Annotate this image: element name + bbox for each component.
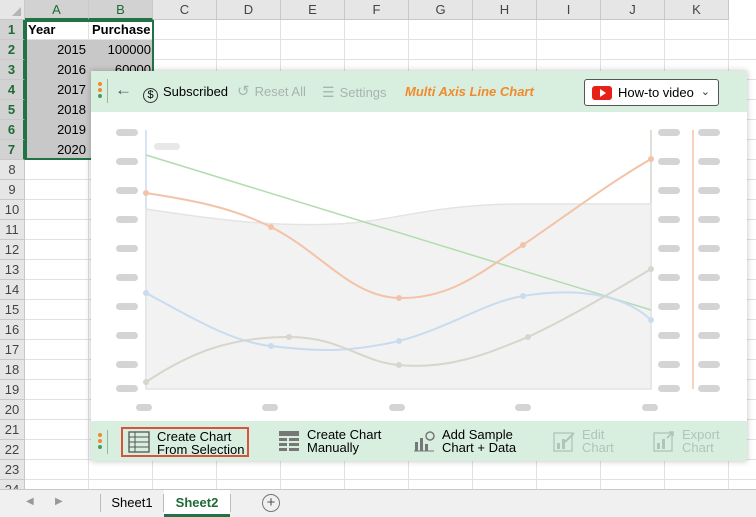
reset-label: Reset All [254,84,306,99]
add-sample-line2: Chart + Data [442,440,517,455]
row-header-14[interactable]: 14 [0,280,25,300]
column-header-f[interactable]: F [345,0,409,20]
create-selection-line2: From Selection [157,442,245,457]
column-header-j[interactable]: J [601,0,665,20]
create-chart-from-selection-button[interactable]: Create Chart From Selection [121,427,249,457]
row-header-22[interactable]: 22 [0,440,25,460]
bottombar-divider [107,430,108,454]
edit-chart-button[interactable]: Edit Chart [553,427,623,457]
row-header-2[interactable]: 2 [0,40,25,60]
add-sheet-button[interactable]: + [262,494,280,512]
undo-icon: ↺ [237,83,250,100]
panel-bottom-bar: Create Chart From Selection Create Chart… [91,421,747,461]
chart-preview [116,129,720,411]
column-header-g[interactable]: G [409,0,473,20]
toolbar-divider [107,79,108,103]
row-header-3[interactable]: 3 [0,60,25,80]
row-header-8[interactable]: 8 [0,160,25,180]
spreadsheet-area: ABCDEFGHIJK 1 2 3 4 5 6 7 8 9 10 11 12 13 14 15 16 17 18 1… [0,0,756,489]
subscribed-label: Subscribed [163,84,229,99]
tab-separator [230,494,231,512]
column-header-b[interactable]: B [89,0,153,20]
row-header-24[interactable]: 24 [0,480,25,489]
x-axis-placeholder [136,404,658,411]
column-header-d[interactable]: D [217,0,281,20]
youtube-icon [592,86,612,100]
scroll-right-arrow-icon[interactable]: ▶ [55,496,63,507]
reset-all-button[interactable]: ↺ Reset All [237,82,306,102]
tab-sheet2[interactable]: Sheet2 [164,490,230,517]
row-header-16[interactable]: 16 [0,320,25,340]
back-arrow-icon[interactable]: ← [115,80,132,100]
chevron-down-icon: ⌄ [700,86,710,98]
dollar-circle-icon: $ [143,88,158,103]
sample-chart-icon [414,431,435,452]
add-sample-chart-button[interactable]: Add Sample Chart + Data [413,427,523,457]
drag-handle-icon[interactable] [98,433,102,451]
tab-sheet1[interactable]: Sheet1 [101,490,163,517]
table-select-icon [128,431,150,453]
howto-video-dropdown[interactable]: How-to video ⌄ [584,79,719,106]
row-header-6[interactable]: 6 [0,120,25,140]
row-header-9[interactable]: 9 [0,180,25,200]
row-header-18[interactable]: 18 [0,360,25,380]
table-edit-icon [279,431,299,451]
right-axis-placeholder [658,129,720,392]
row-header-1[interactable]: 1 [0,20,25,40]
edit-chart-icon [553,432,575,452]
create-chart-manually-button[interactable]: Create Chart Manually [278,427,388,457]
edit-line2: Chart [582,440,614,455]
row-header-17[interactable]: 17 [0,340,25,360]
row-header-12[interactable]: 12 [0,240,25,260]
export-line2: Chart [682,440,714,455]
howto-label: How-to video [618,85,694,100]
row-header-11[interactable]: 11 [0,220,25,240]
row-header-10[interactable]: 10 [0,200,25,220]
export-chart-button[interactable]: Export Chart [653,427,733,457]
sliders-icon: ☰ [322,84,335,100]
subscribed-button[interactable]: $ Subscribed [143,82,229,103]
create-manual-line2: Manually [307,440,360,455]
sheet-tab-bar: ◀ ▶ Sheet1 Sheet2 + [0,489,756,517]
column-header-e[interactable]: E [281,0,345,20]
column-header-a[interactable]: A [25,0,89,20]
drag-handle-icon[interactable] [98,82,102,100]
column-header-i[interactable]: I [537,0,601,20]
row-header-4[interactable]: 4 [0,80,25,100]
chart-title: Multi Axis Line Chart [405,84,534,99]
row-header-13[interactable]: 13 [0,260,25,280]
export-chart-icon [653,431,674,452]
chart-panel: ← $ Subscribed ↺ Reset All ☰ Settings Multi… [91,71,747,461]
row-header-19[interactable]: 19 [0,380,25,400]
row-header-7[interactable]: 7 [0,140,25,160]
panel-toolbar: ← $ Subscribed ↺ Reset All ☰ Settings Multi… [91,71,747,112]
row-header-5[interactable]: 5 [0,100,25,120]
column-header-k[interactable]: K [665,0,729,20]
column-header-c[interactable]: C [153,0,217,20]
settings-label: Settings [339,85,387,100]
column-header-h[interactable]: H [473,0,537,20]
select-all-corner[interactable] [0,0,25,20]
settings-button[interactable]: ☰ Settings [322,82,387,102]
row-header-23[interactable]: 23 [0,460,25,480]
row-header-21[interactable]: 21 [0,420,25,440]
row-header-20[interactable]: 20 [0,400,25,420]
scroll-left-arrow-icon[interactable]: ◀ [26,496,34,507]
row-header-15[interactable]: 15 [0,300,25,320]
